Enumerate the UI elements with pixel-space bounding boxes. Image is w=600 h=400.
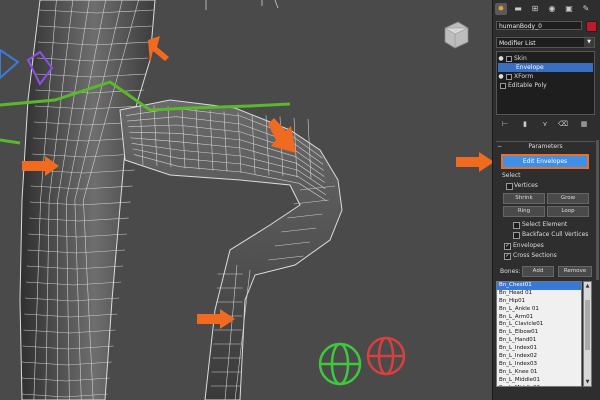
sun-icon[interactable]: ✸ — [495, 3, 507, 15]
collapse-icon[interactable]: − — [497, 142, 502, 152]
envelopes-label: Envelopes — [513, 242, 544, 249]
scroll-down-icon[interactable]: ▼ — [584, 378, 591, 386]
bone-list-item[interactable]: Bn_L_Index02 — [497, 353, 581, 361]
bone-list-item[interactable]: Bn_L_Index03 — [497, 361, 581, 369]
command-panel-scrollbar[interactable] — [596, 140, 599, 280]
grow-button[interactable]: Grow — [547, 193, 589, 204]
bones-list-scrollbar[interactable]: ▲ ▼ — [583, 281, 592, 387]
modifier-list-dropdown[interactable]: Modifier List ▼ — [496, 37, 595, 48]
ring-button[interactable]: Ring — [503, 206, 545, 217]
bone-list-item[interactable]: Bn_L_Clavicle01 — [497, 321, 581, 329]
bone-list-item[interactable]: Bn_Hip01 — [497, 298, 581, 306]
bone-list-item[interactable]: Bn_L_Arm01 — [497, 314, 581, 322]
viewport[interactable] — [0, 0, 492, 400]
motion-icon[interactable]: ◉ — [546, 3, 558, 15]
cross-sections-label: Cross Sections — [513, 252, 557, 259]
stack-item-label: Skin — [514, 55, 527, 62]
backface-cull-checkbox[interactable] — [513, 232, 520, 239]
bone-list-item[interactable]: Bn_L_Elbow01 — [497, 329, 581, 337]
red-sphere-gizmo — [366, 336, 406, 376]
left-leg-mesh[interactable] — [19, 0, 156, 400]
bone-list-item[interactable]: Bn_L_Index01 — [497, 345, 581, 353]
envelopes-checkbox[interactable]: ✓ — [504, 243, 511, 250]
stack-item-editable-poly[interactable]: Editable Poly — [498, 81, 593, 90]
object-color-swatch[interactable] — [586, 21, 597, 32]
right-leg-mesh[interactable] — [119, 99, 343, 400]
show-end-result-icon[interactable]: ▮ — [519, 118, 531, 130]
arrow-edit-envelopes — [456, 152, 492, 172]
viewcube-icon[interactable] — [444, 21, 469, 49]
hierarchy-icon[interactable]: ⊞ — [529, 3, 541, 15]
backface-cull-label: Backface Cull Vertices — [522, 231, 589, 238]
scroll-thumb[interactable] — [585, 300, 590, 350]
parameters-title: Parameters — [528, 143, 563, 150]
green-sphere-gizmo — [318, 342, 362, 386]
vertices-label: Vertices — [514, 182, 538, 189]
remove-bone-button[interactable]: Remove — [558, 266, 592, 277]
scroll-up-icon[interactable]: ▲ — [584, 282, 591, 290]
loop-button[interactable]: Loop — [547, 206, 589, 217]
stack-item-skin[interactable]: ● Skin — [498, 54, 593, 63]
remove-modifier-icon[interactable]: ⌫ — [557, 118, 569, 130]
stack-item-envelope[interactable]: Envelope — [498, 63, 593, 72]
parameters-rollout-header[interactable]: − Parameters — [496, 141, 595, 152]
modifier-list-label: Modifier List — [499, 40, 536, 47]
app-window: ✸ ▬ ⊞ ◉ ▣ ✎ humanBody_0 Modifier List ▼ … — [0, 0, 600, 400]
make-unique-icon[interactable]: ⋎ — [539, 118, 551, 130]
bone-list-item[interactable]: Bn_L_Middle01 — [497, 377, 581, 385]
select-element-checkbox[interactable] — [513, 222, 520, 229]
configure-modifier-sets-icon[interactable]: ▦ — [578, 118, 590, 130]
select-element-label: Select Element — [522, 221, 568, 228]
stack-item-xform[interactable]: ● XForm — [498, 72, 593, 81]
bones-label: Bones: — [500, 268, 521, 275]
bone-list-item[interactable]: Bn_L_Ankle 01 — [497, 306, 581, 314]
stack-toolbar: ⊢ ▮ ⋎ ⌫ ▦ — [496, 118, 595, 130]
lightbulb-icon[interactable]: ● — [498, 72, 504, 81]
expand-icon[interactable] — [506, 73, 512, 80]
wrench-icon[interactable]: ✎ — [580, 3, 592, 15]
sphere-gizmos[interactable] — [318, 336, 406, 386]
expand-icon[interactable] — [500, 82, 506, 89]
arrow-top — [148, 36, 169, 63]
select-group-label: Select — [502, 172, 521, 179]
cross-sections-checkbox[interactable]: ✓ — [504, 253, 511, 260]
bone-list-item[interactable]: Bn_Head 01 — [497, 290, 581, 298]
viewport-marks — [205, 0, 279, 10]
stack-item-label: Envelope — [516, 64, 544, 71]
stack-item-label: XForm — [514, 73, 534, 80]
modify-icon[interactable]: ▬ — [512, 3, 524, 15]
display-icon[interactable]: ▣ — [563, 3, 575, 15]
stack-item-label: Editable Poly — [508, 82, 547, 89]
expand-icon[interactable] — [506, 55, 512, 62]
bone-list-item[interactable]: Bn_L_Middle02 — [497, 385, 581, 386]
bone-list-item[interactable]: Bn_L_Hand01 — [497, 337, 581, 345]
object-name-field[interactable]: humanBody_0 — [496, 21, 582, 30]
bones-list[interactable]: Bn_Chest01 Bn_Head 01 Bn_Hip01 Bn_L_Ankle 0… — [496, 281, 582, 387]
shrink-button[interactable]: Shrink — [503, 193, 545, 204]
pin-stack-icon[interactable]: ⊢ — [499, 118, 511, 130]
chevron-down-icon[interactable]: ▼ — [584, 38, 594, 47]
bone-list-item[interactable]: Bn_Chest01 — [497, 282, 581, 290]
vertices-checkbox[interactable] — [506, 183, 513, 190]
bone-list-item[interactable]: Bn_L_Knee 01 — [497, 369, 581, 377]
add-bone-button[interactable]: Add — [522, 266, 554, 277]
lightbulb-icon[interactable]: ● — [498, 54, 504, 63]
edit-envelopes-button[interactable]: Edit Envelopes — [501, 154, 589, 169]
modifier-stack[interactable]: ● Skin Envelope ● XForm Editable Poly — [496, 51, 595, 115]
viewport-scene[interactable] — [0, 0, 492, 400]
